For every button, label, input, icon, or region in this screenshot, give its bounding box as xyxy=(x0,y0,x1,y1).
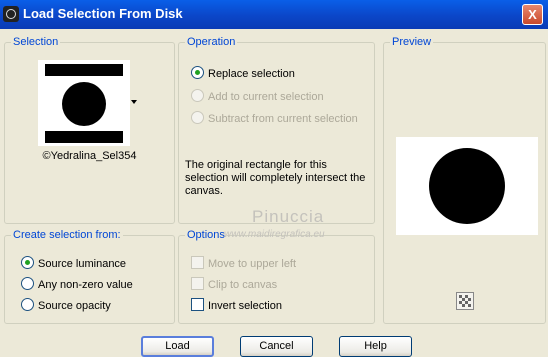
subtract-selection-label: Subtract from current selection xyxy=(208,113,358,125)
source-opacity-radio[interactable]: Source opacity xyxy=(21,298,111,312)
watermark-name: Pinuccia xyxy=(252,207,325,226)
selection-thumbnail[interactable] xyxy=(38,60,130,146)
move-to-upper-left-checkbox[interactable]: Move to upper left xyxy=(191,256,296,270)
selection-thumbnail-image xyxy=(45,64,123,143)
app-icon xyxy=(3,6,19,22)
checkbox-indicator xyxy=(191,256,204,269)
cancel-button[interactable]: Cancel xyxy=(240,336,313,357)
move-to-upper-left-label: Move to upper left xyxy=(208,258,297,270)
operation-group: Operation Replace selection Add to curre… xyxy=(178,36,375,224)
operation-group-label: Operation xyxy=(185,36,238,48)
window-title: Load Selection From Disk xyxy=(23,6,183,21)
create-selection-group: Create selection from: Source luminance … xyxy=(4,229,175,324)
replace-selection-radio[interactable]: Replace selection xyxy=(191,66,295,80)
load-button[interactable]: Load xyxy=(141,336,214,357)
source-luminance-radio[interactable]: Source luminance xyxy=(21,256,126,270)
radio-indicator xyxy=(191,66,204,79)
invert-selection-label: Invert selection xyxy=(208,300,282,312)
clip-to-canvas-label: Clip to canvas xyxy=(208,279,278,291)
help-button[interactable]: Help xyxy=(339,336,412,357)
options-group-label: Options xyxy=(185,229,227,241)
checkbox-indicator xyxy=(191,277,204,290)
radio-indicator xyxy=(21,277,34,290)
radio-indicator xyxy=(21,298,34,311)
preview-group-label: Preview xyxy=(390,36,434,48)
add-to-selection-radio[interactable]: Add to current selection xyxy=(191,89,324,103)
preview-group: Preview xyxy=(383,36,546,324)
radio-indicator xyxy=(21,256,34,269)
any-non-zero-label: Any non-zero value xyxy=(38,279,133,291)
selection-group-label: Selection xyxy=(11,36,61,48)
checkerboard-icon[interactable] xyxy=(456,292,474,310)
dropdown-arrow-icon[interactable] xyxy=(131,100,137,104)
subtract-selection-radio[interactable]: Subtract from current selection xyxy=(191,111,358,125)
replace-selection-label: Replace selection xyxy=(208,68,295,80)
checkbox-indicator xyxy=(191,298,204,311)
source-luminance-label: Source luminance xyxy=(38,258,127,270)
invert-selection-checkbox[interactable]: Invert selection xyxy=(191,298,282,312)
watermark-url: www.maidiregrafica.eu xyxy=(224,229,325,240)
operation-description: The original rectangle for this selectio… xyxy=(185,159,366,197)
preview-image xyxy=(396,137,538,235)
radio-indicator xyxy=(191,111,204,124)
create-selection-group-label: Create selection from: xyxy=(11,229,123,241)
selected-file-name: ©Yedralina_Sel354 xyxy=(42,150,137,162)
options-group: Options Move to upper left Clip to canva… xyxy=(178,229,375,324)
close-button[interactable]: X xyxy=(522,4,543,25)
selection-group: Selection ©Yedralina_Sel354 xyxy=(4,36,175,224)
add-to-selection-label: Add to current selection xyxy=(208,91,324,103)
any-non-zero-radio[interactable]: Any non-zero value xyxy=(21,277,133,291)
radio-indicator xyxy=(191,89,204,102)
source-opacity-label: Source opacity xyxy=(38,300,111,312)
title-bar: Load Selection From Disk X xyxy=(0,0,548,29)
clip-to-canvas-checkbox[interactable]: Clip to canvas xyxy=(191,277,277,291)
